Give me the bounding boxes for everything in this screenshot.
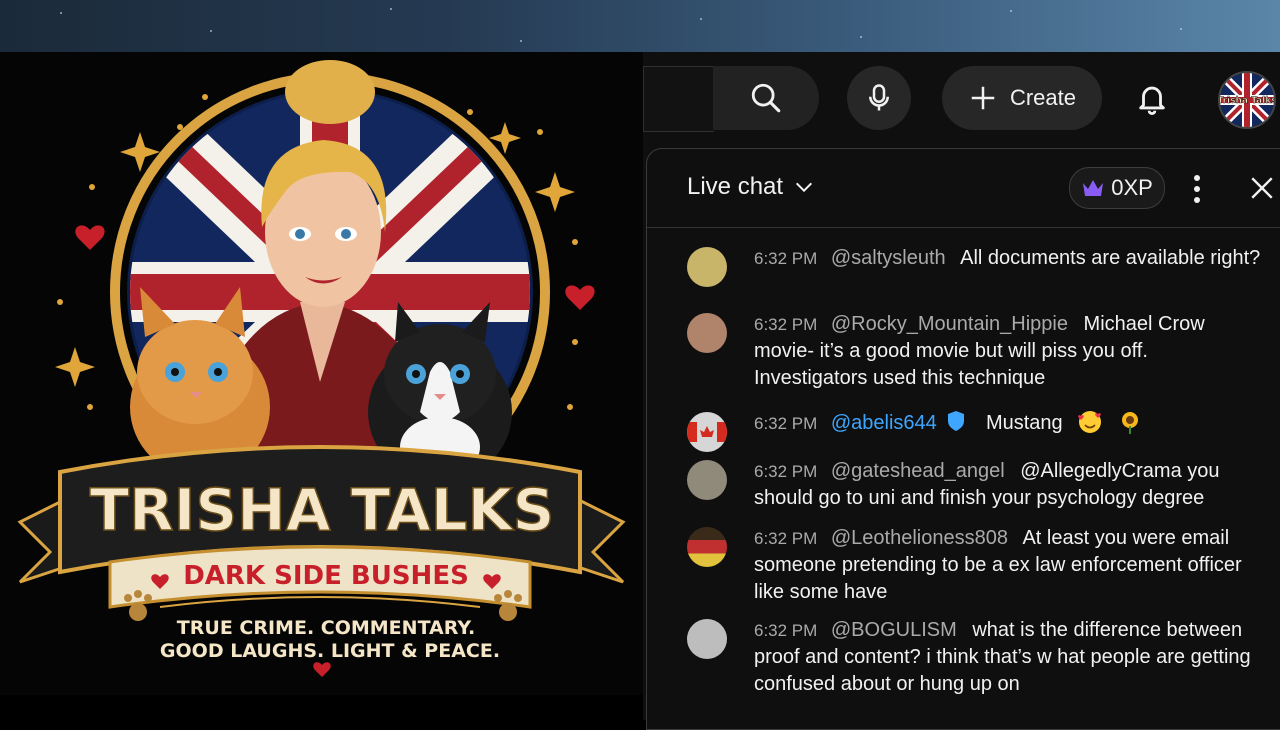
artwork-title: TRISHA TALKS — [90, 476, 555, 544]
xp-label: 0XP — [1111, 175, 1153, 200]
chat-message-body: 6:32 PM @abelis644 Mustang — [754, 410, 1264, 437]
author-avatar[interactable] — [687, 412, 727, 452]
author-avatar[interactable] — [687, 247, 727, 287]
message-time: 6:32 PM — [754, 414, 818, 433]
smiling-face-hearts-icon — [1078, 411, 1102, 433]
message-time: 6:32 PM — [754, 249, 818, 268]
create-label: Create — [1009, 85, 1077, 110]
live-chat-panel: Live chat 0XP 6:32 PM @saltysleuth All d… — [646, 148, 1280, 730]
voice-search-button[interactable] — [847, 66, 911, 130]
message-time: 6:32 PM — [754, 462, 818, 481]
xp-badge-button[interactable]: 0XP — [1069, 167, 1165, 209]
bottom-bar — [0, 695, 643, 720]
message-time: 6:32 PM — [754, 621, 818, 640]
desktop-wallpaper-strip — [0, 0, 1280, 52]
avatar-text: Trisha Talks — [1220, 96, 1274, 106]
chevron-down-icon — [796, 182, 813, 193]
create-button[interactable]: Create — [942, 66, 1102, 130]
artwork-subtitle: DARK SIDE BUSHES — [183, 561, 469, 591]
live-chat-mode-dropdown[interactable]: Live chat — [687, 173, 815, 201]
channel-artwork: TRISHA TALKS DARK SIDE BUSHES TRUE CRIME… — [0, 52, 643, 695]
mic-icon — [869, 84, 889, 111]
more-vert-icon — [1194, 175, 1200, 203]
search-button[interactable] — [713, 66, 819, 130]
live-chat-header: Live chat 0XP — [647, 149, 1280, 228]
chat-more-button[interactable] — [1187, 171, 1207, 207]
message-author[interactable]: @Rocky_Mountain_Hippie — [831, 313, 1068, 335]
chat-message-body: 6:32 PM @gateshead_angel @AllegedlyCrama… — [754, 458, 1264, 512]
chat-message-body: 6:32 PM @saltysleuth All documents are a… — [754, 245, 1264, 272]
account-avatar[interactable]: Trisha Talks — [1218, 71, 1276, 129]
chat-message-body: 6:32 PM @Leothelioness808 At least you w… — [754, 525, 1264, 606]
author-avatar[interactable] — [687, 619, 727, 659]
author-avatar[interactable] — [687, 460, 727, 500]
message-author[interactable]: @gateshead_angel — [831, 460, 1005, 482]
author-avatar[interactable] — [687, 313, 727, 353]
author-avatar[interactable] — [687, 527, 727, 567]
message-time: 6:32 PM — [754, 529, 818, 548]
live-chat-title: Live chat — [687, 173, 784, 200]
chat-message-body: 6:32 PM @BOGULISM what is the difference… — [754, 617, 1264, 698]
close-chat-button[interactable] — [1245, 171, 1279, 205]
close-icon — [1251, 177, 1273, 199]
artwork-tagline-2: GOOD LAUGHS. LIGHT & PEACE. — [160, 640, 500, 662]
search-icon — [751, 83, 781, 113]
message-author[interactable]: @BOGULISM — [831, 619, 957, 641]
message-author[interactable]: @abelis644 — [831, 412, 937, 434]
message-text: All documents are available right? — [960, 247, 1261, 269]
message-text: Mustang — [985, 412, 1063, 434]
message-text: what is the difference between proof and… — [754, 619, 1251, 695]
search-input[interactable] — [643, 66, 714, 132]
plus-icon — [971, 86, 995, 110]
chat-message-body: 6:32 PM @Rocky_Mountain_Hippie Michael C… — [754, 311, 1264, 392]
crown-icon — [1083, 180, 1104, 196]
artwork-tagline-1: TRUE CRIME. COMMENTARY. — [177, 617, 475, 639]
message-author[interactable]: @saltysleuth — [831, 247, 946, 269]
message-time: 6:32 PM — [754, 315, 818, 334]
verified-shield-icon — [948, 411, 965, 431]
bell-icon — [1139, 86, 1165, 115]
message-author[interactable]: @Leothelioness808 — [831, 527, 1008, 549]
notifications-button[interactable] — [1124, 70, 1180, 126]
sunflower-icon — [1121, 412, 1138, 434]
